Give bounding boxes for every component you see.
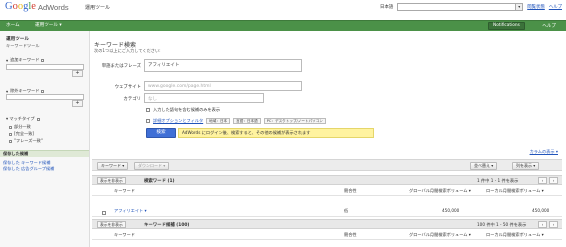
prev-page-button[interactable]: ‹ [538,177,547,184]
nav-tools-menu[interactable]: 運用ツール ▾ [35,23,62,29]
page-description: 次の1つ以上にご入力してください: [94,48,161,53]
col-competition[interactable]: 競合性 [344,232,357,238]
chevron-down-icon: ▾ [6,88,9,94]
col-keyword[interactable]: キーワード [114,188,135,194]
sidebar-item-keyword-tool[interactable]: キーワードツール [6,43,40,49]
filter-tag-language[interactable]: 言語：日本語 [233,118,261,124]
sidebar-heading: 運用ツール [6,37,29,42]
google-adwords-logo[interactable]: Google AdWords [5,1,69,12]
category-select[interactable]: なし [144,93,264,103]
sidebar: 運用ツール キーワードツール ▾ 追加キーワード + ▾ 除外キーワード + ▾… [0,31,90,247]
global-volume-cell: 450,000 [442,208,460,213]
checkbox[interactable] [9,132,12,136]
keyword-ideas-range: 100 件中 1 - 50 件を表示 [477,222,527,227]
search-terms-range: 1 件中 1 - 1 件を表示 [477,178,519,183]
hide-search-terms-button[interactable]: 表示を非表示 [97,177,126,184]
info-icon [41,58,45,62]
word-label: 単語またはフレーズ [101,64,141,69]
search-terms-header-row: キーワード 競合性 グローバル月間検索ボリューム ▾ ローカル月間検索ボリューム… [92,186,562,196]
word-or-phrase-input[interactable]: アフィリエイト [144,59,302,72]
saved-adgroup-ideas-link[interactable]: 保存した 広告グループ候補 [3,166,54,172]
hide-keyword-ideas-button[interactable]: 表示を非表示 [97,221,126,228]
chevron-down-icon: ▾ [515,4,523,10]
sort-button[interactable]: 並べ替え ▾ [470,162,498,170]
search-terms-group-header: 表示を非表示 検索ワード (1) 1 件中 1 - 1 件を表示 ‹ › [92,175,562,185]
col-competition[interactable]: 競合性 [344,188,357,194]
search-button[interactable]: 検索 [146,128,176,138]
advanced-options-row: 詳細オプションとフィルタ 地域：日本 言語：日本語 PC：デスクトップ/ノートパ… [146,118,326,124]
match-type-phrase[interactable]: "フレーズ一致" [9,138,43,144]
login-notice: AdWords にログイン後、検索すると、その他の候補が表示されます [178,128,374,138]
download-button[interactable]: ダウンロード ▾ [134,162,170,170]
add-keyword-button[interactable]: キーワード ▾ [97,162,129,170]
checkbox[interactable] [146,108,150,112]
google-logo-text: Google [5,1,36,12]
category-label: カテゴリ [123,97,141,102]
nav-home[interactable]: ホーム [6,23,20,29]
table-row: アフィリエイト ▾ 低 450,000 450,000 [92,205,562,217]
website-input[interactable]: www.google.com/page.html [144,81,302,91]
match-type-exact[interactable]: [完全一致] [9,131,34,137]
header-controls: 日本語 ▾ 閲覧状態 ヘルプ [380,2,562,12]
col-local-volume[interactable]: ローカル月間検索ボリューム ▾ [486,188,544,194]
keyword-ideas-title: キーワード候補 (100) [144,223,190,228]
app-header: Google AdWords 運用ツール 日本語 ▾ 閲覧状態 ヘルプ [0,0,566,14]
checkbox[interactable] [9,125,12,129]
col-keyword[interactable]: キーワード [114,232,135,238]
next-page-button[interactable]: › [549,177,558,184]
include-keywords-label[interactable]: ▾ 追加キーワード [6,57,45,63]
filter-tag-location[interactable]: 地域：日本 [206,118,231,124]
nav-help[interactable]: ヘルプ [542,23,556,29]
include-add-button[interactable]: + [72,70,83,77]
language-select[interactable]: ▾ [397,3,524,11]
checkbox[interactable] [9,139,12,143]
language-label: 日本語 [380,5,394,10]
filter-tag-device[interactable]: PC：デスクトップ/ノートパソコン [263,118,326,124]
product-name: AdWords [37,3,69,12]
keyword-cell[interactable]: アフィリエイト ▾ [114,208,147,214]
prev-page-button[interactable]: ‹ [538,221,547,228]
columns-button[interactable]: 列を表示 ▾ [512,162,540,170]
columns-link[interactable]: カラムの表示 ▾ [530,149,558,155]
saved-ideas-bar[interactable]: 保存した候補 [0,150,89,157]
expand-icon[interactable] [146,119,150,123]
results-toolbar: キーワード ▾ ダウンロード ▾ 並べ替え ▾ 列を表示 ▾ [92,159,562,171]
col-local-volume[interactable]: ローカル月間検索ボリューム ▾ [486,232,544,238]
match-type-heading[interactable]: ▾ マッチタイプ [6,116,40,122]
match-type-broad[interactable]: 部分一致 [9,124,31,130]
notifications-button[interactable]: Notifications [488,22,525,30]
header-link-help[interactable]: ヘルプ [549,4,562,10]
col-global-volume[interactable]: グローバル月間検索ボリューム ▾ [409,232,471,238]
tools-title: 運用ツール [85,5,111,11]
info-icon [36,117,40,121]
keyword-ideas-group-header: 表示を非表示 キーワード候補 (100) 100 件中 1 - 50 件を表示 … [92,219,562,229]
only-include-terms-option[interactable]: 入力した語句を含む候補のみを表示 [146,107,220,113]
keyword-ideas-header-row: キーワード 競合性 グローバル月間検索ボリューム ▾ ローカル月間検索ボリューム… [92,230,562,240]
main-nav: ホーム 運用ツール ▾ Notifications ヘルプ [0,20,566,31]
info-icon [41,89,45,93]
header-link-status[interactable]: 閲覧状態 [527,4,545,10]
local-volume-cell: 450,000 [532,208,550,213]
chevron-down-icon: ▾ [6,57,9,63]
exclude-add-button[interactable]: + [72,100,83,107]
website-label: ウェブサイト [114,85,141,90]
next-page-button[interactable]: › [549,221,558,228]
col-global-volume[interactable]: グローバル月間検索ボリューム ▾ [409,188,471,194]
search-terms-title: 検索ワード (1) [144,179,175,184]
competition-cell: 低 [344,208,349,213]
advanced-options-link[interactable]: 詳細オプションとフィルタ [153,118,203,124]
